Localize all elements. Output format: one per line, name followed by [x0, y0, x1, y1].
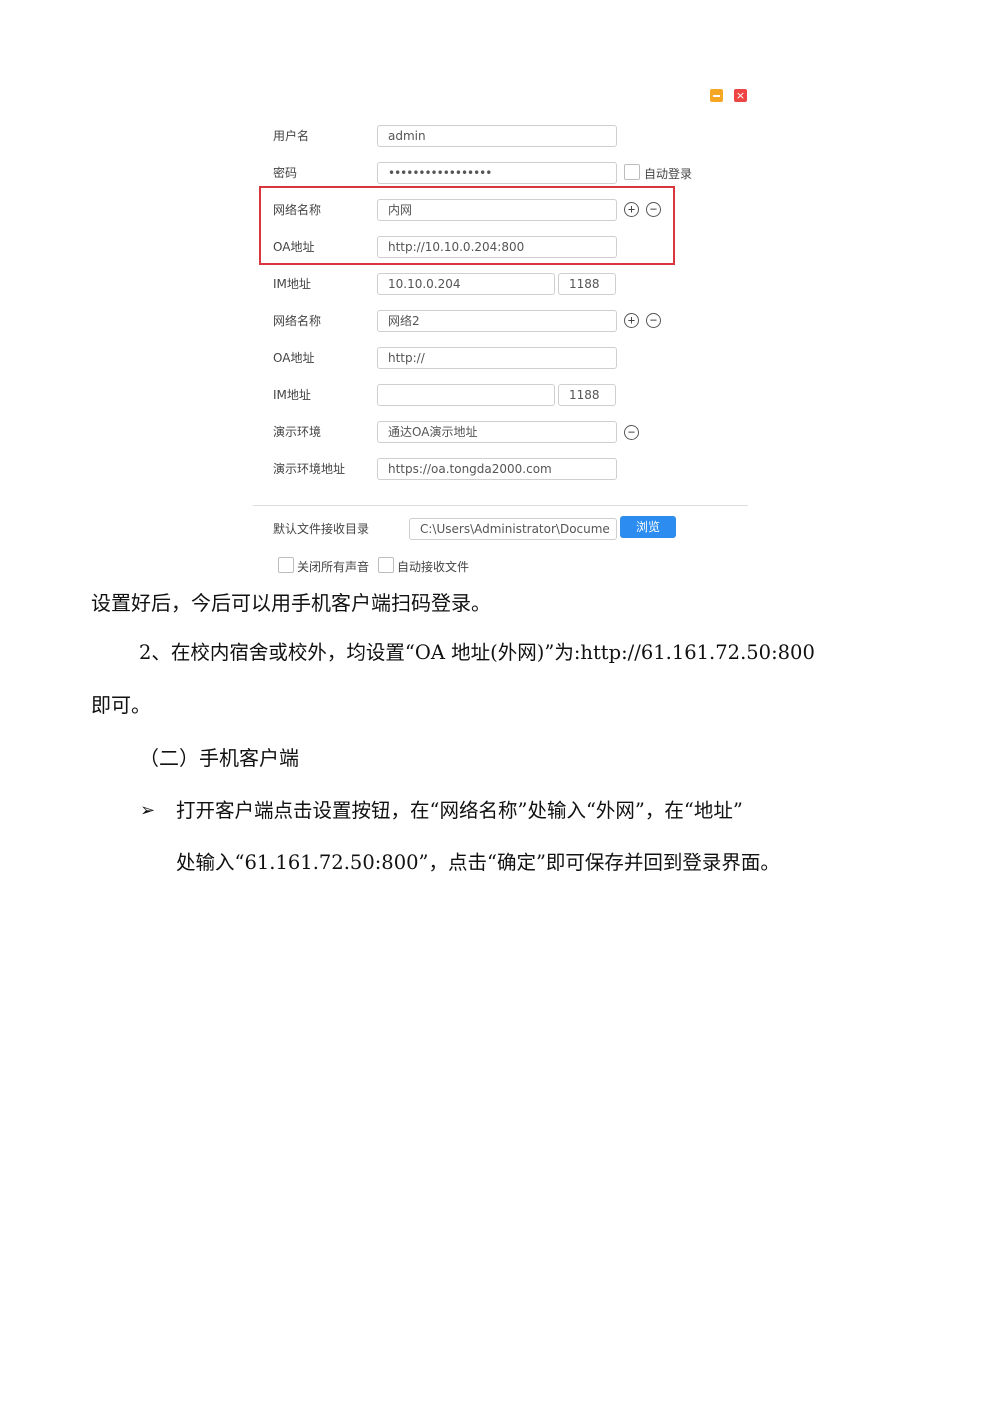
network-2-oa-label: OA地址	[273, 351, 315, 365]
password-label: 密码	[273, 166, 298, 180]
section-heading: （二）手机客户端	[139, 746, 299, 770]
network-2-name-label: 网络名称	[273, 314, 322, 328]
remove-circle-icon[interactable]: −	[646, 313, 661, 328]
bullet-arrow-icon: ➢	[140, 800, 156, 821]
remove-circle-icon[interactable]: −	[624, 425, 639, 440]
doc-line-3: 即可。	[91, 693, 151, 717]
network-1-oa-input[interactable]: http://10.10.0.204:800	[377, 236, 617, 258]
auto-receive-label: 自动接收文件	[397, 560, 470, 574]
bullet-line-1: 打开客户端点击设置按钮，在“网络名称”处输入“外网”，在“地址”	[176, 799, 743, 822]
username-input[interactable]: admin	[377, 125, 617, 147]
demo-env-label: 演示环境	[273, 425, 322, 439]
network-2-im-label: IM地址	[273, 388, 311, 402]
network-1-im-label: IM地址	[273, 277, 311, 291]
network-1-im-input[interactable]: 10.10.0.204	[377, 273, 555, 295]
network-2-im-input[interactable]	[377, 384, 555, 406]
username-label: 用户名	[273, 129, 310, 143]
network-1-oa-label: OA地址	[273, 240, 315, 254]
close-icon[interactable]: ×	[734, 89, 747, 102]
demo-address-input[interactable]: https://oa.tongda2000.com	[377, 458, 617, 480]
doc-line-2: 2、在校内宿舍或校外，均设置“OA 地址(外网)”为:http://61.161…	[139, 641, 815, 664]
browse-button[interactable]: 浏览	[620, 516, 676, 538]
mute-all-checkbox[interactable]	[278, 557, 294, 573]
auto-login-label: 自动登录	[644, 167, 693, 181]
mute-all-label: 关闭所有声音	[297, 560, 370, 574]
remove-circle-icon[interactable]: −	[646, 202, 661, 217]
demo-env-input[interactable]: 通达OA演示地址	[377, 421, 617, 443]
network-1-im-port-input[interactable]: 1188	[558, 273, 616, 295]
network-1-name-label: 网络名称	[273, 203, 322, 217]
doc-line-1: 设置好后，今后可以用手机客户端扫码登录。	[91, 587, 491, 617]
bullet-line-2: 处输入“61.161.72.50:800”，点击“确定”即可保存并回到登录界面。	[176, 851, 780, 874]
auto-receive-checkbox[interactable]	[378, 557, 394, 573]
network-1-name-input[interactable]: 内网	[377, 199, 617, 221]
add-circle-icon[interactable]: +	[624, 202, 639, 217]
password-input[interactable]: •••••••••••••••••	[377, 162, 617, 184]
network-2-im-port-input[interactable]: 1188	[558, 384, 616, 406]
add-circle-icon[interactable]: +	[624, 313, 639, 328]
download-dir-label: 默认文件接收目录	[273, 522, 370, 536]
network-2-oa-input[interactable]: http://	[377, 347, 617, 369]
network-2-name-input[interactable]: 网络2	[377, 310, 617, 332]
section-divider	[253, 505, 748, 506]
download-dir-input[interactable]: C:\Users\Administrator\Docume	[409, 518, 617, 540]
auto-login-checkbox[interactable]	[624, 164, 640, 180]
minimize-icon[interactable]	[710, 89, 723, 102]
demo-address-label: 演示环境地址	[273, 462, 346, 476]
